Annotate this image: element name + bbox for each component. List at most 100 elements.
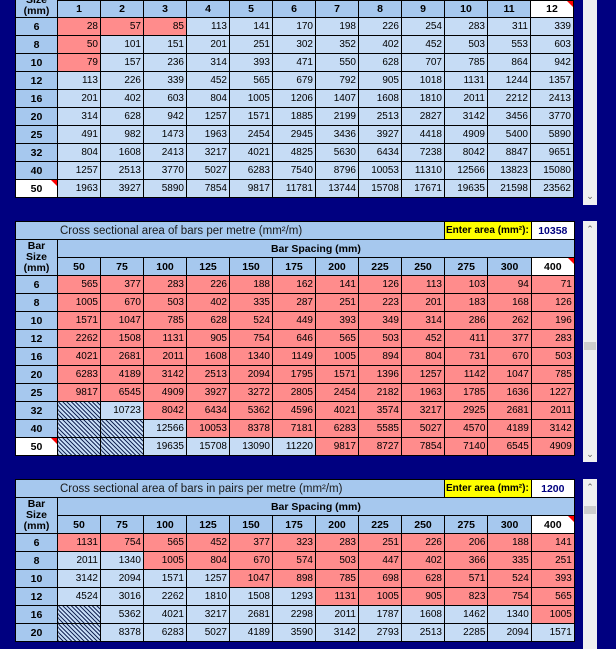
area-cell[interactable]: 151 xyxy=(143,35,187,54)
column-header-bar-count[interactable]: 2 xyxy=(100,0,144,18)
area-cell[interactable]: 698 xyxy=(358,569,402,588)
bar-size-cell[interactable]: 16 xyxy=(15,605,58,624)
column-header-spacing[interactable]: 275 xyxy=(443,257,489,276)
area-cell[interactable]: 754 xyxy=(100,533,144,552)
column-header-spacing[interactable]: 75 xyxy=(100,257,144,276)
area-cell[interactable]: 565 xyxy=(229,71,273,90)
area-cell[interactable]: 6434 xyxy=(358,143,402,162)
area-cell[interactable]: 11310 xyxy=(401,161,445,180)
area-cell[interactable]: 1963 xyxy=(57,179,101,198)
area-cell[interactable]: 1047 xyxy=(229,569,273,588)
enter-area-input[interactable]: 1200 xyxy=(530,479,575,498)
area-cell[interactable]: 4189 xyxy=(487,419,532,438)
area-cell[interactable]: 6434 xyxy=(186,401,230,420)
area-cell[interactable]: 2094 xyxy=(487,623,532,642)
area-cell[interactable]: 447 xyxy=(358,551,402,570)
scroll-up-icon[interactable]: ⌃ xyxy=(583,222,597,236)
area-cell[interactable]: 2793 xyxy=(358,623,402,642)
area-cell[interactable]: 898 xyxy=(272,569,316,588)
area-cell[interactable]: 5890 xyxy=(143,179,187,198)
bar-size-cell[interactable]: 10 xyxy=(15,569,58,588)
bar-size-cell[interactable]: 25 xyxy=(15,125,58,144)
area-cell[interactable]: 3217 xyxy=(186,143,230,162)
area-cell[interactable]: 7238 xyxy=(401,143,445,162)
area-cell[interactable]: 574 xyxy=(272,551,316,570)
area-cell[interactable]: 565 xyxy=(143,533,187,552)
area-cell[interactable]: 251 xyxy=(530,551,575,570)
area-cell[interactable]: 4021 xyxy=(315,401,359,420)
area-cell[interactable]: 2011 xyxy=(57,551,101,570)
area-cell[interactable]: 1005 xyxy=(358,587,402,606)
area-cell[interactable]: 7181 xyxy=(272,419,316,438)
area-cell[interactable]: 1257 xyxy=(401,365,445,384)
area-cell[interactable]: 4909 xyxy=(530,437,575,456)
area-cell[interactable]: 94 xyxy=(487,275,532,294)
area-cell[interactable]: 1357 xyxy=(530,71,574,90)
area-cell[interactable]: 1885 xyxy=(272,107,316,126)
area-cell[interactable]: 10053 xyxy=(358,161,402,180)
area-cell[interactable]: 283 xyxy=(444,17,488,36)
column-header-spacing[interactable]: 250 xyxy=(401,257,445,276)
area-cell[interactable]: 503 xyxy=(444,35,488,54)
column-header-spacing[interactable]: 300 xyxy=(487,515,532,534)
column-header-spacing[interactable]: 225 xyxy=(358,257,402,276)
area-cell[interactable]: 226 xyxy=(186,275,230,294)
area-cell[interactable]: 942 xyxy=(143,107,187,126)
area-cell[interactable]: 3770 xyxy=(143,161,187,180)
area-cell[interactable]: 1608 xyxy=(401,605,445,624)
area-cell[interactable]: 452 xyxy=(186,533,230,552)
area-cell[interactable]: 3456 xyxy=(487,107,531,126)
area-cell[interactable]: 10053 xyxy=(186,419,230,438)
area-cell[interactable]: 113 xyxy=(186,17,230,36)
area-cell[interactable]: 19635 xyxy=(444,179,488,198)
column-header-bar-count[interactable]: 10 xyxy=(444,0,488,18)
bar-size-cell[interactable]: 50 xyxy=(15,437,58,456)
area-cell[interactable]: 628 xyxy=(358,53,402,72)
area-cell[interactable]: 3217 xyxy=(186,605,230,624)
area-cell[interactable]: 402 xyxy=(186,293,230,312)
area-cell[interactable]: 15708 xyxy=(186,437,230,456)
area-cell[interactable]: 503 xyxy=(530,347,575,366)
area-cell[interactable]: 6283 xyxy=(315,419,359,438)
area-cell[interactable]: 170 xyxy=(272,17,316,36)
area-cell[interactable]: 4021 xyxy=(229,143,273,162)
area-cell[interactable]: 894 xyxy=(358,347,402,366)
area-cell[interactable]: 785 xyxy=(315,569,359,588)
area-cell[interactable]: 1047 xyxy=(487,365,532,384)
area-cell[interactable]: 79 xyxy=(57,53,101,72)
area-cell[interactable]: 12566 xyxy=(444,161,488,180)
area-cell[interactable]: 2212 xyxy=(487,89,531,108)
area-cell[interactable]: 287 xyxy=(272,293,316,312)
area-cell[interactable]: 2413 xyxy=(530,89,574,108)
column-header-bar-count[interactable]: 9 xyxy=(401,0,445,18)
area-cell[interactable]: 603 xyxy=(143,89,187,108)
area-cell[interactable]: 206 xyxy=(443,533,489,552)
area-cell[interactable]: 402 xyxy=(100,89,144,108)
area-cell[interactable]: 3142 xyxy=(143,365,187,384)
column-header-spacing[interactable]: 250 xyxy=(401,515,445,534)
area-cell[interactable]: 126 xyxy=(530,293,575,312)
area-cell[interactable]: 905 xyxy=(358,71,402,90)
area-cell[interactable]: 411 xyxy=(443,329,489,348)
area-cell[interactable]: 1508 xyxy=(100,329,144,348)
scroll-thumb[interactable] xyxy=(584,342,596,350)
area-cell[interactable]: 254 xyxy=(401,17,445,36)
area-cell[interactable]: 6283 xyxy=(143,623,187,642)
area-cell[interactable]: 4189 xyxy=(229,623,273,642)
column-header-bar-count[interactable]: 4 xyxy=(186,0,230,18)
area-cell[interactable]: 449 xyxy=(272,311,316,330)
area-cell[interactable]: 1473 xyxy=(143,125,187,144)
area-cell[interactable]: 792 xyxy=(315,71,359,90)
area-cell[interactable]: 262 xyxy=(487,311,532,330)
area-cell[interactable]: 283 xyxy=(530,329,575,348)
area-cell[interactable]: 628 xyxy=(100,107,144,126)
hatched-cell[interactable] xyxy=(57,419,101,438)
area-cell[interactable]: 670 xyxy=(100,293,144,312)
area-cell[interactable]: 251 xyxy=(358,533,402,552)
area-cell[interactable]: 141 xyxy=(315,275,359,294)
area-cell[interactable]: 3436 xyxy=(315,125,359,144)
area-cell[interactable]: 2011 xyxy=(143,347,187,366)
bar-size-cell[interactable]: 20 xyxy=(15,623,58,642)
area-cell[interactable]: 804 xyxy=(186,89,230,108)
area-cell[interactable]: 452 xyxy=(186,71,230,90)
